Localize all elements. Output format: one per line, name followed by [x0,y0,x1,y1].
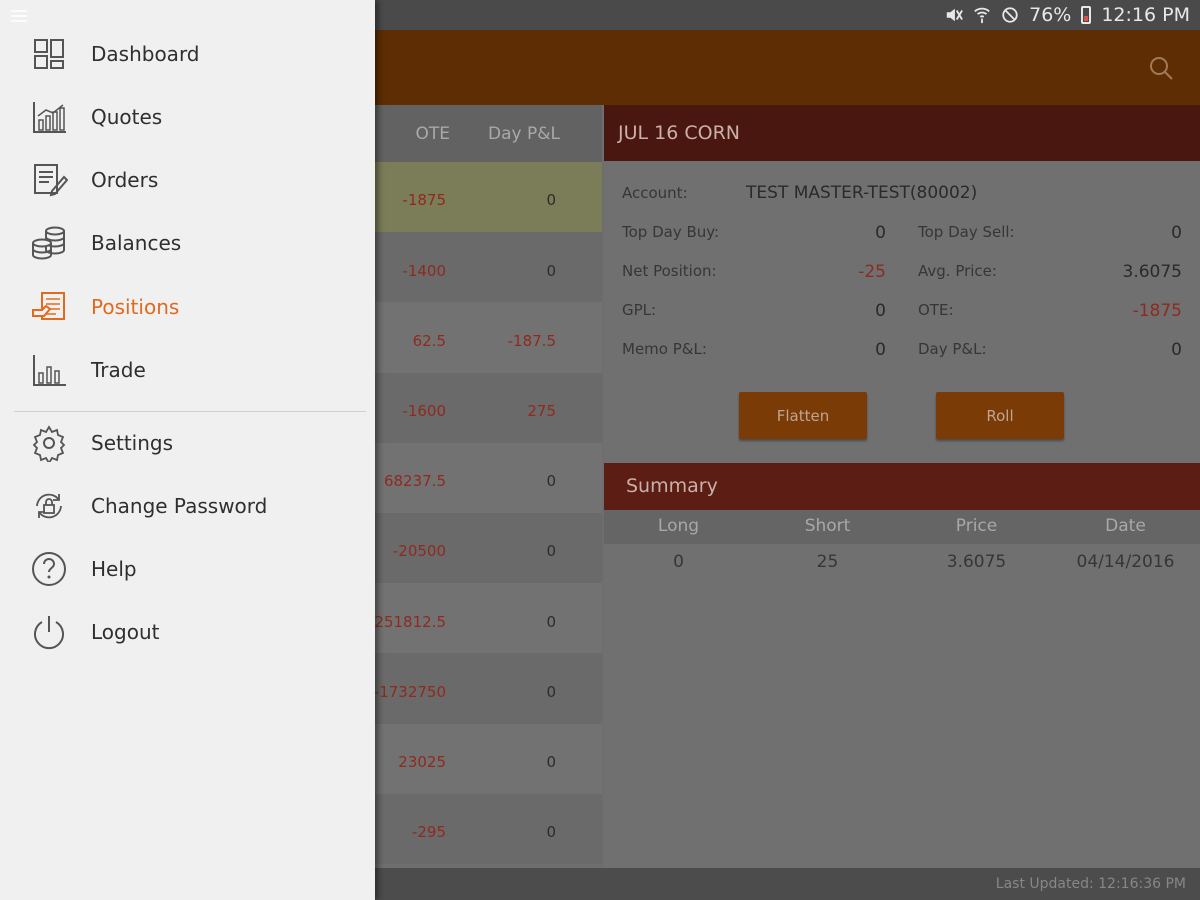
wifi-icon [974,7,990,24]
nav-item-label: Trade [91,358,146,382]
nav-item-quotes[interactable]: Quotes [0,89,375,145]
summary-long: 0 [673,552,684,572]
account-value: TEST MASTER-TEST(80002) [746,183,978,203]
row-ote: 62.5 [412,331,446,350]
menu-icon[interactable] [8,7,30,25]
nav-item-settings[interactable]: Settings [0,415,375,471]
day-pl-value: 0 [1171,340,1182,360]
nav-item-label: Orders [91,168,159,192]
row-day-pl: 0 [546,261,556,280]
positions-cash-icon [32,292,65,320]
summary-col-date: Date [1105,516,1146,536]
net-position-value: -25 [858,262,886,282]
top-day-sell-label: Top Day Sell: [918,223,1015,241]
gear-icon [32,425,66,462]
flatten-button[interactable]: Flatten [739,392,867,439]
trade-chart-icon [33,355,66,386]
dashboard-icon [34,39,64,69]
clock: 12:16 PM [1101,4,1190,26]
nav-item-label: Balances [91,231,182,255]
memo-pl-label: Memo P&L: [622,340,707,358]
gpl-value: 0 [875,301,886,321]
nav-item-label: Help [91,557,137,581]
ote-value: -1875 [1132,301,1182,321]
mute-icon [946,8,963,22]
day-pl-column-header: Day P&L [488,124,560,144]
summary-col-price: Price [955,516,998,536]
avg-price-label: Avg. Price: [918,262,997,280]
do-not-disturb-icon [1002,7,1018,23]
orders-document-icon [34,164,68,197]
row-ote: -1600 [402,402,446,421]
row-day-pl: 0 [546,682,556,701]
row-ote: -1732750 [373,682,446,701]
detail-title: JUL 16 CORN [604,105,1200,161]
nav-item-balances[interactable]: Balances [0,215,375,271]
roll-button[interactable]: Roll [936,392,1064,439]
summary-row: 0 25 3.6075 04/14/2016 [604,544,1200,582]
top-day-sell-value: 0 [1171,223,1182,243]
navigation-drawer: Dashboard Quotes Orders Balances Positio… [0,0,375,900]
summary-title: Summary [604,463,1200,510]
row-ote: -20500 [392,542,446,561]
nav-item-label: Dashboard [91,42,200,66]
drawer-divider [14,411,366,412]
power-icon [34,616,64,650]
help-circle-icon [32,552,66,586]
top-day-buy-value: 0 [875,223,886,243]
row-ote: 23025 [398,752,446,771]
battery-icon [1081,6,1092,24]
row-day-pl: 0 [546,752,556,771]
nav-item-trade[interactable]: Trade [0,342,375,398]
nav-item-positions[interactable]: Positions [0,279,375,335]
row-ote: -295 [411,823,446,842]
account-label: Account: [622,184,688,202]
ote-label: OTE: [918,301,954,319]
summary-col-short: Short [804,516,851,536]
row-day-pl: 0 [546,823,556,842]
coins-stack-icon [32,226,65,260]
nav-item-dashboard[interactable]: Dashboard [0,26,375,82]
summary-date: 04/14/2016 [1076,552,1175,572]
nav-item-label: Change Password [91,494,268,518]
row-day-pl: 0 [546,472,556,491]
row-day-pl: -187.5 [507,331,556,350]
battery-percent: 76% [1029,4,1072,26]
row-ote: -1875 [402,191,446,210]
gpl-label: GPL: [622,301,657,319]
nav-item-orders[interactable]: Orders [0,152,375,208]
avg-price-value: 3.6075 [1122,262,1182,282]
last-updated: Last Updated: 12:16:36 PM [995,876,1186,892]
nav-item-label: Quotes [91,105,163,129]
row-day-pl: 0 [546,542,556,561]
row-ote: 68237.5 [383,472,446,491]
nav-item-help[interactable]: Help [0,541,375,597]
nav-item-label: Logout [91,620,160,644]
summary-col-long: Long [657,516,700,536]
quotes-chart-icon [33,102,66,133]
row-day-pl: 275 [527,402,556,421]
nav-item-label: Positions [91,295,180,319]
row-day-pl: 0 [546,191,556,210]
day-pl-label: Day P&L: [918,340,987,358]
summary-column-headers: Long Short Price Date [604,510,1200,544]
row-ote: -1400 [402,261,446,280]
ote-column-header: OTE [415,124,450,144]
net-position-label: Net Position: [622,262,717,280]
nav-item-change-password[interactable]: Change Password [0,478,375,534]
top-day-buy-label: Top Day Buy: [622,223,720,241]
nav-item-logout[interactable]: Logout [0,604,375,660]
lock-refresh-icon [36,493,62,519]
summary-price: 3.6075 [946,552,1007,572]
search-icon[interactable] [1148,55,1174,81]
summary-short: 25 [816,552,839,572]
row-ote: 251812.5 [374,612,446,631]
memo-pl-value: 0 [875,340,886,360]
nav-item-label: Settings [91,431,174,455]
row-day-pl: 0 [546,612,556,631]
